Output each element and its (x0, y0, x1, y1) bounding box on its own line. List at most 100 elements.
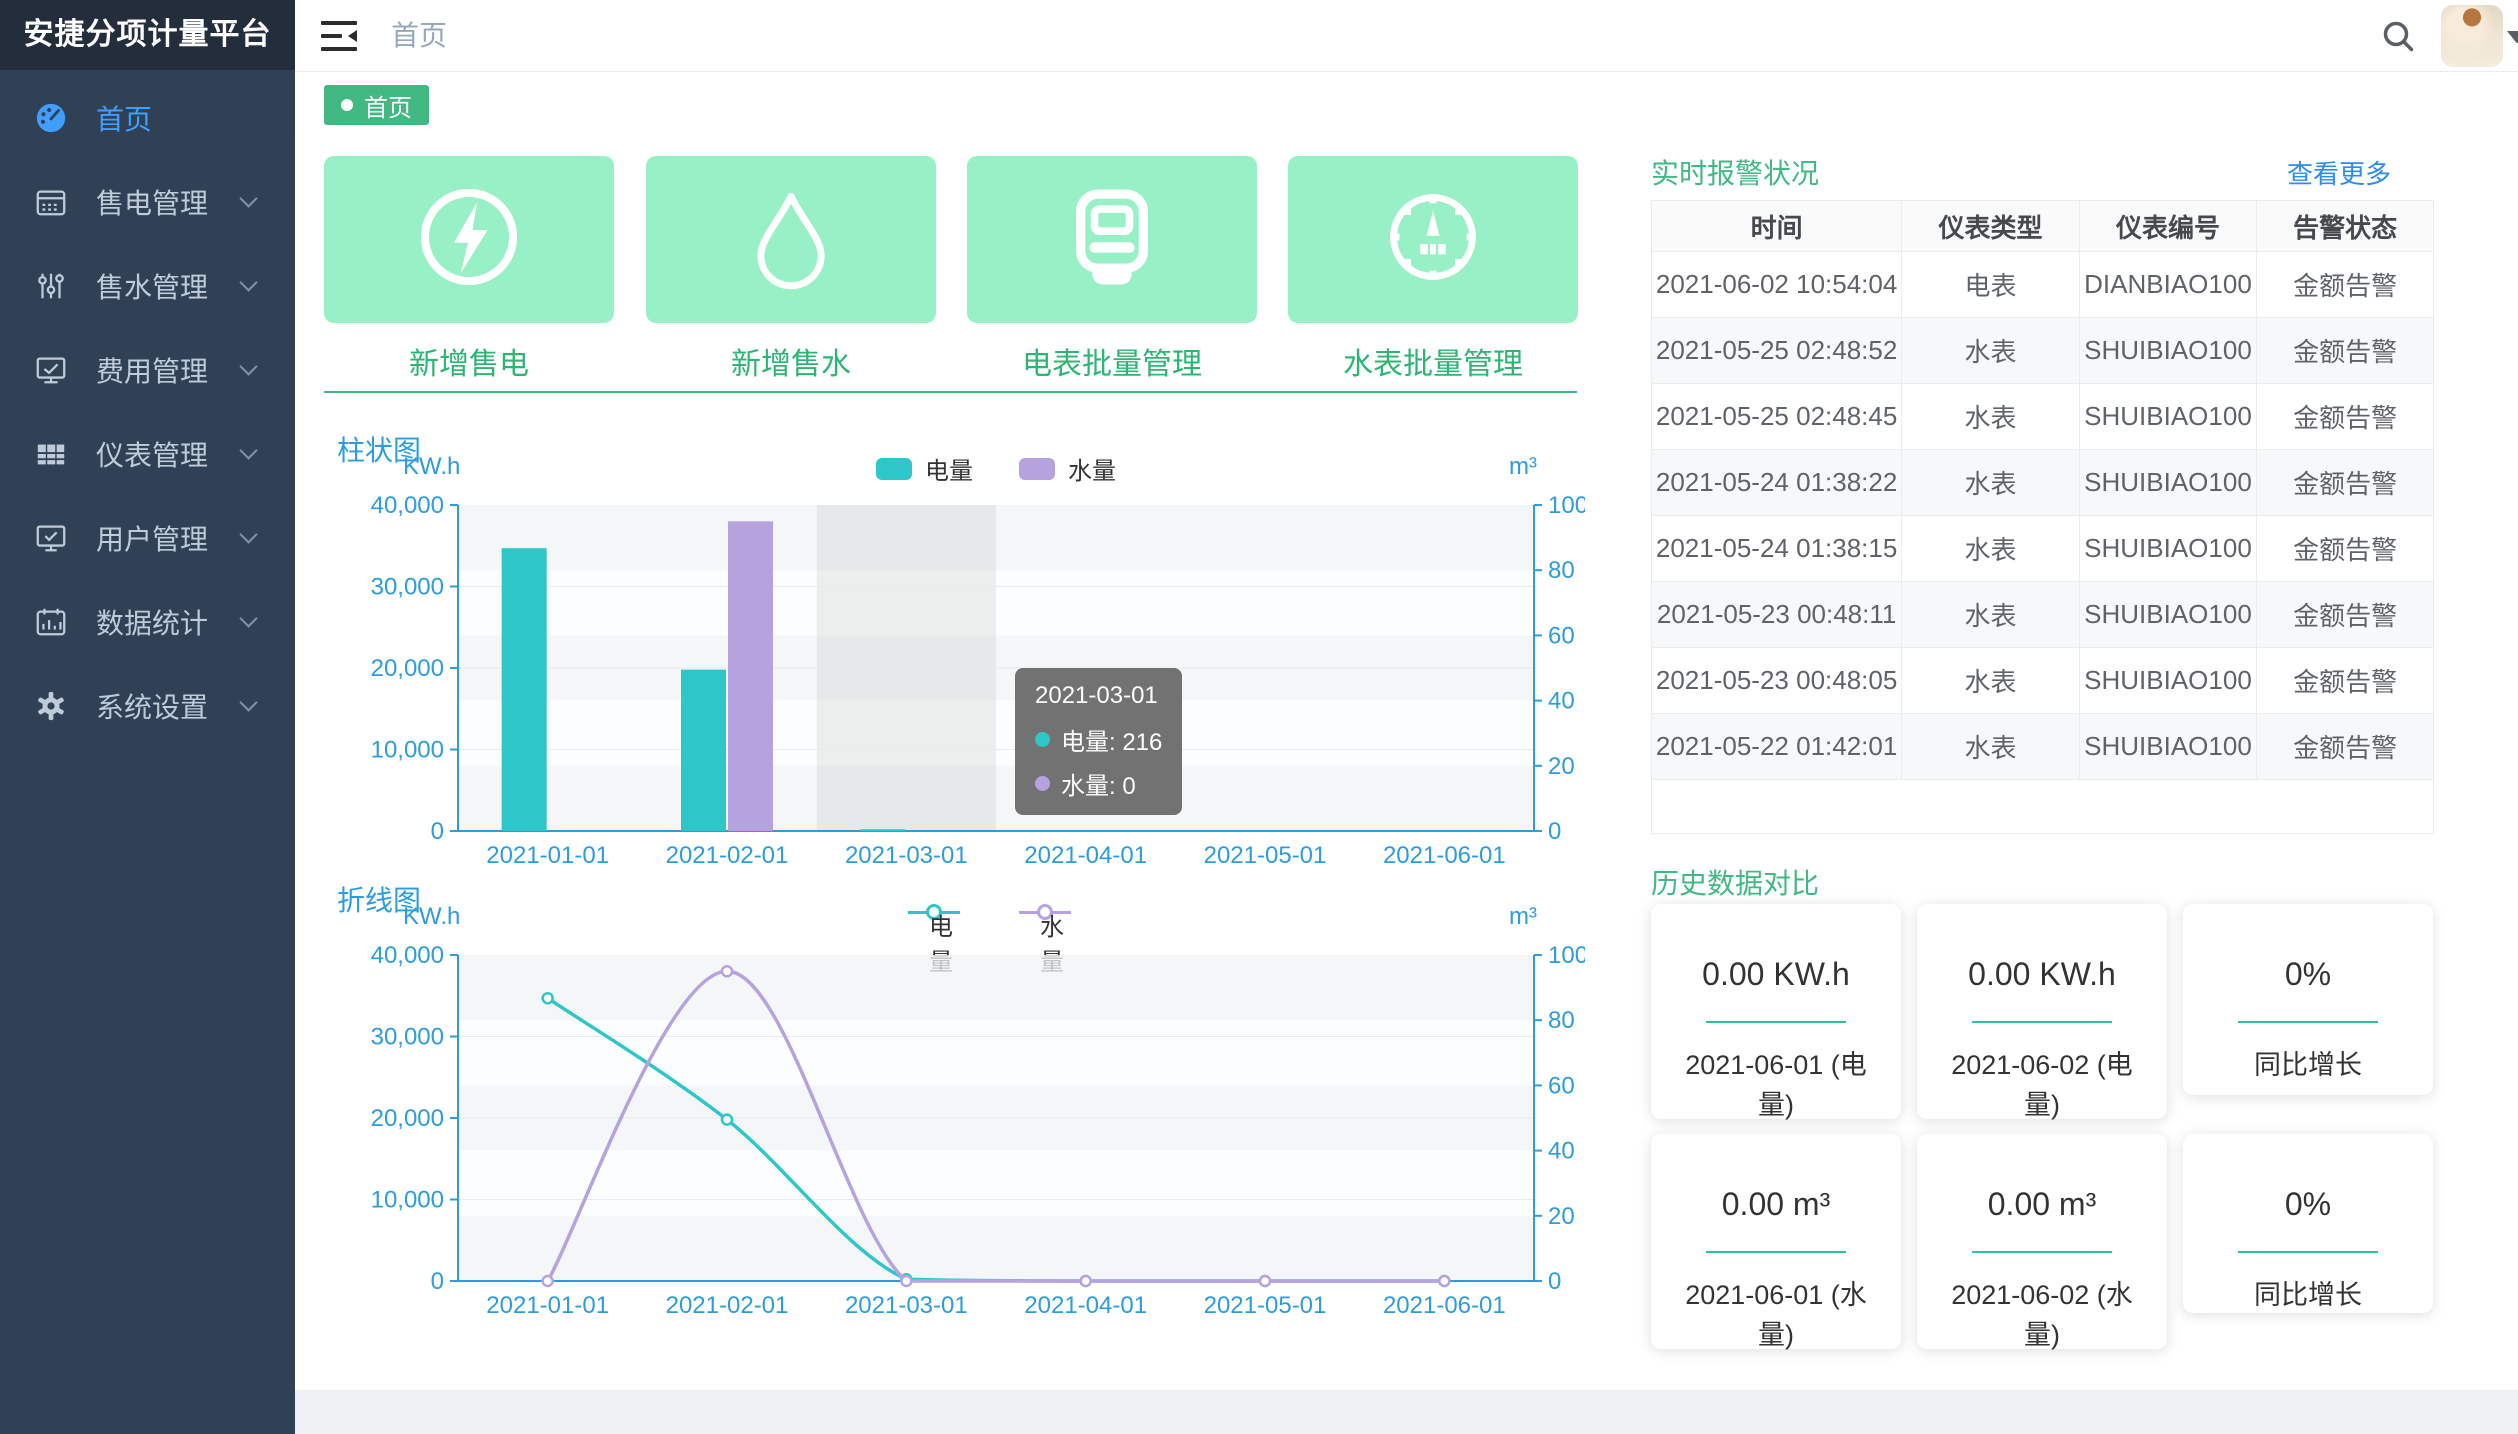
svg-text:0: 0 (431, 818, 444, 845)
breadcrumb: 首页 (391, 0, 447, 72)
quick-action-label[interactable]: 新增售水 (646, 339, 936, 383)
sidebar-item-home[interactable]: 首页 (0, 76, 295, 160)
history-card: 0.00 m³2021-06-01 (水量) (1651, 1134, 1901, 1349)
quick-action-label[interactable]: 水表批量管理 (1288, 339, 1578, 383)
chevron-down-icon (239, 273, 257, 291)
history-card-value: 0.00 KW.h (1917, 956, 2167, 993)
legend-item[interactable]: 水量 (1019, 901, 1084, 923)
svg-text:40: 40 (1548, 688, 1575, 715)
table-cell: SHUIBIAO100 (2079, 450, 2257, 516)
quick-action-label[interactable]: 新增售电 (324, 339, 614, 383)
caret-down-icon[interactable] (2507, 30, 2518, 43)
series-dot-icon (1035, 732, 1050, 747)
table-cell: 金额告警 (2257, 648, 2434, 714)
water-meter-icon (1375, 179, 1491, 300)
electric-meters-batch-card[interactable] (967, 156, 1257, 323)
line-left-axis-unit: KW.h (403, 903, 460, 931)
table-row: 2021-05-22 01:42:01水表SHUIBIAO100金额告警 (1652, 714, 2434, 780)
legend-swatch-icon (876, 458, 912, 480)
fees-icon (34, 353, 68, 387)
bar-chart-section: 柱状图 KW.h m³ 电量水量 40,00030,00020,00010,00… (295, 425, 1585, 885)
svg-text:2021-02-01: 2021-02-01 (666, 842, 789, 869)
svg-text:80: 80 (1548, 557, 1575, 584)
history-card-label: 同比增长 (2217, 1045, 2399, 1085)
table-cell: 2021-06-02 10:54:04 (1652, 252, 1902, 318)
new-electricity-sale-card[interactable] (324, 156, 614, 323)
legend-item[interactable]: 电量 (876, 451, 973, 486)
sidebar-item-label: 首页 (96, 98, 152, 138)
history-card-divider (2238, 1251, 2378, 1253)
chart-tooltip: 2021-03-01 电量: 216水量: 0 (1015, 668, 1182, 815)
table-cell: 金额告警 (2257, 384, 2434, 450)
history-card-divider (1706, 1021, 1846, 1023)
sidebar-item-water-sales[interactable]: 售水管理 (0, 244, 295, 328)
history-card: 0%同比增长 (2183, 1134, 2433, 1313)
app-title: 安捷分项计量平台 (0, 0, 295, 70)
table-cell: 金额告警 (2257, 252, 2434, 318)
line-chart-canvas[interactable]: 40,00030,00020,00010,0000100806040200202… (295, 945, 1585, 1330)
table-cell: 2021-05-25 02:48:52 (1652, 318, 1902, 384)
dashboard-icon (34, 101, 68, 135)
table-cell: 水表 (1902, 582, 2080, 648)
table-cell: 2021-05-23 00:48:05 (1652, 648, 1902, 714)
sidebar-item-label: 系统设置 (96, 686, 208, 726)
quick-action-label[interactable]: 电表批量管理 (967, 339, 1257, 383)
line-chart-section: 折线图 KW.h m³ 电量水量 40,00030,00020,00010,00… (295, 875, 1585, 1335)
lightning-icon (411, 179, 527, 300)
chevron-down-icon (239, 693, 257, 711)
svg-text:2021-03-01: 2021-03-01 (845, 842, 968, 869)
alarm-table: 时间仪表类型仪表编号告警状态 2021-06-02 10:54:04电表DIAN… (1651, 200, 2434, 834)
chevron-down-icon (239, 357, 257, 375)
table-row: 2021-05-23 00:48:05水表SHUIBIAO100金额告警 (1652, 648, 2434, 714)
table-cell: 水表 (1902, 450, 2080, 516)
sidebar-item-electricity-sales[interactable]: 售电管理 (0, 160, 295, 244)
water-meters-batch-card[interactable] (1288, 156, 1578, 323)
table-cell: 金额告警 (2257, 516, 2434, 582)
svg-text:100: 100 (1548, 495, 1585, 519)
tooltip-row: 水量: 0 (1035, 766, 1162, 801)
svg-text:30,000: 30,000 (371, 1024, 444, 1051)
history-card-divider (2238, 1021, 2378, 1023)
chevron-down-icon (239, 189, 257, 207)
sidebar: 安捷分项计量平台 首页售电管理售水管理费用管理仪表管理用户管理数据统计系统设置 (0, 0, 295, 1434)
history-card-divider (1706, 1251, 1846, 1253)
svg-text:0: 0 (1548, 1268, 1561, 1295)
table-cell: 金额告警 (2257, 318, 2434, 384)
user-avatar[interactable] (2441, 5, 2503, 67)
table-cell: 水表 (1902, 648, 2080, 714)
sidebar-item-settings[interactable]: 系统设置 (0, 664, 295, 748)
sidebar-item-meters[interactable]: 仪表管理 (0, 412, 295, 496)
collapse-menu-icon[interactable] (321, 20, 357, 52)
table-cell: 2021-05-24 01:38:22 (1652, 450, 1902, 516)
statistics-icon (34, 605, 68, 639)
tag-dot-icon (341, 99, 353, 111)
table-cell: 电表 (1902, 252, 2080, 318)
svg-text:80: 80 (1548, 1007, 1575, 1034)
legend-item[interactable]: 水量 (1019, 451, 1116, 486)
svg-text:100: 100 (1548, 945, 1585, 969)
tag-home[interactable]: 首页 (324, 85, 429, 125)
alarm-column-header: 时间 (1652, 201, 1902, 252)
svg-text:20: 20 (1548, 1203, 1575, 1230)
sidebar-item-statistics[interactable]: 数据统计 (0, 580, 295, 664)
quick-action-new-water-sale: 新增售水 (646, 156, 936, 383)
section-divider (324, 391, 1577, 393)
chevron-down-icon (239, 441, 257, 459)
search-icon[interactable] (2380, 18, 2416, 54)
svg-text:2021-01-01: 2021-01-01 (486, 842, 609, 869)
bar-chart-canvas[interactable]: 40,00030,00020,00010,0000100806040200202… (295, 495, 1585, 880)
sidebar-item-label: 用户管理 (96, 518, 208, 558)
legend-swatch-icon (1019, 458, 1055, 480)
table-row: 2021-05-23 00:48:11水表SHUIBIAO100金额告警 (1652, 582, 2434, 648)
table-cell: SHUIBIAO100 (2079, 582, 2257, 648)
new-water-sale-card[interactable] (646, 156, 936, 323)
table-cell: 金额告警 (2257, 714, 2434, 780)
sidebar-item-fees[interactable]: 费用管理 (0, 328, 295, 412)
settings-gear-icon (34, 689, 68, 723)
svg-text:2021-06-01: 2021-06-01 (1383, 842, 1506, 869)
sidebar-item-label: 售电管理 (96, 182, 208, 222)
svg-text:30,000: 30,000 (371, 574, 444, 601)
view-more-link[interactable]: 查看更多 (2287, 154, 2391, 191)
legend-item[interactable]: 电量 (908, 901, 973, 923)
sidebar-item-users[interactable]: 用户管理 (0, 496, 295, 580)
